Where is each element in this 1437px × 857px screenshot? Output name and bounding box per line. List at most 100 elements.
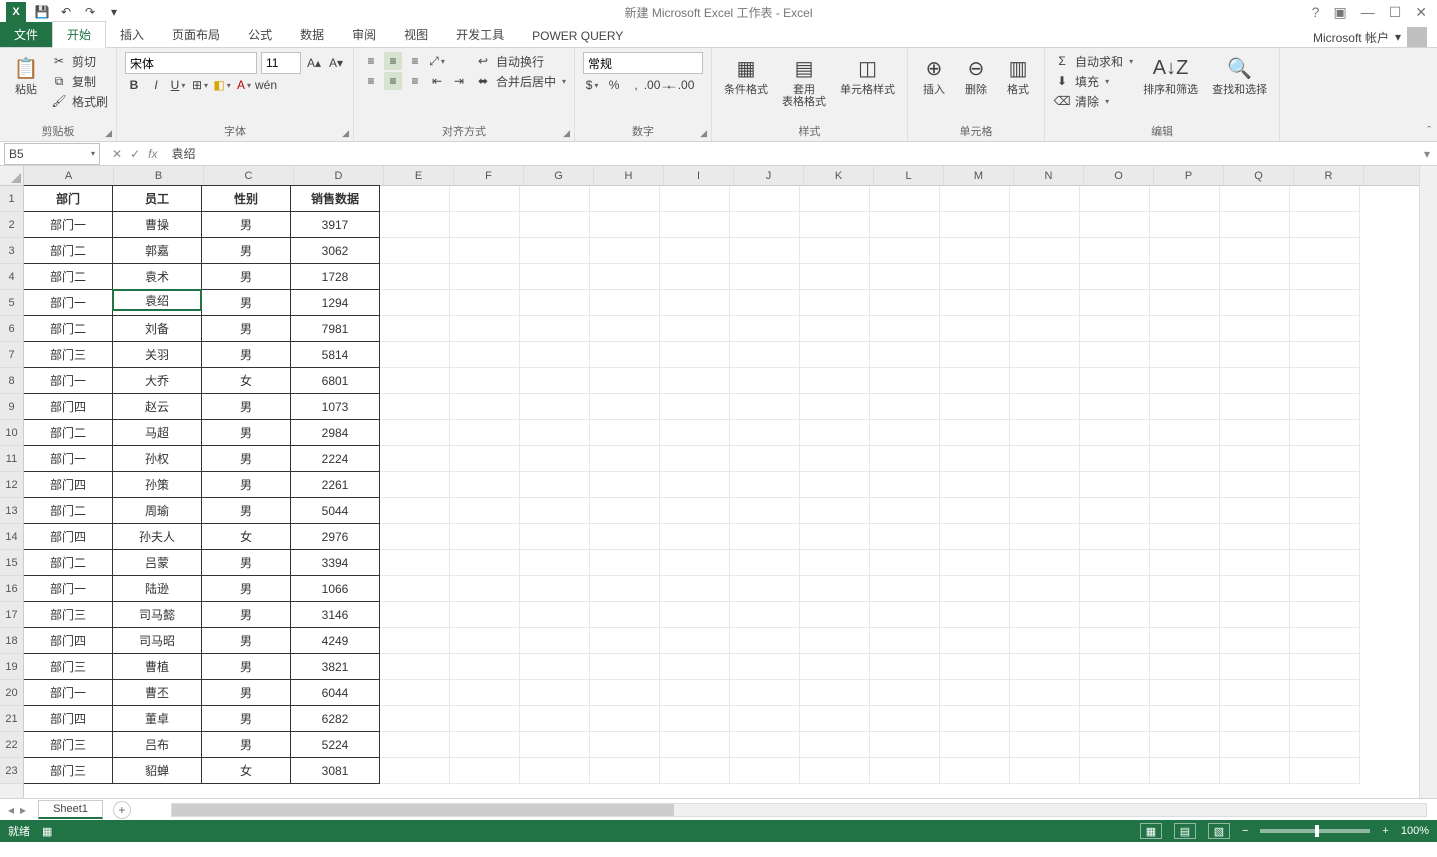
cell[interactable] — [800, 394, 870, 420]
cell[interactable] — [590, 394, 660, 420]
cell[interactable]: 1066 — [290, 575, 380, 602]
cell[interactable] — [940, 264, 1010, 290]
cell[interactable]: 部门三 — [24, 341, 113, 368]
cell[interactable] — [1150, 706, 1220, 732]
cell[interactable] — [450, 316, 520, 342]
view-normal-icon[interactable]: ▦ — [1140, 823, 1162, 839]
cell[interactable] — [660, 680, 730, 706]
column-header-F[interactable]: F — [454, 166, 524, 185]
cell[interactable] — [450, 394, 520, 420]
cell[interactable] — [1290, 342, 1360, 368]
help-icon[interactable]: ? — [1312, 4, 1320, 21]
cell[interactable] — [590, 368, 660, 394]
dialog-launcher-icon[interactable]: ◢ — [700, 128, 707, 139]
row-header-19[interactable]: 19 — [0, 654, 23, 680]
cell[interactable]: 男 — [201, 627, 291, 654]
cell[interactable] — [1010, 446, 1080, 472]
cell[interactable] — [730, 472, 800, 498]
cell[interactable] — [800, 316, 870, 342]
cell[interactable] — [730, 654, 800, 680]
cell[interactable]: 2984 — [290, 419, 380, 446]
format-as-table-button[interactable]: ▤套用 表格格式 — [778, 52, 830, 110]
cell[interactable]: 男 — [201, 731, 291, 758]
cell[interactable]: 3081 — [290, 757, 380, 784]
cell[interactable] — [1290, 680, 1360, 706]
row-header-13[interactable]: 13 — [0, 498, 23, 524]
cell[interactable] — [380, 472, 450, 498]
cell[interactable] — [660, 550, 730, 576]
cell[interactable] — [1150, 472, 1220, 498]
cell[interactable]: 男 — [201, 497, 291, 524]
cell[interactable] — [1010, 212, 1080, 238]
sheet-nav-prev-icon[interactable]: ◂ — [8, 803, 14, 817]
cell[interactable] — [940, 446, 1010, 472]
cell[interactable] — [1290, 264, 1360, 290]
cell[interactable]: 6044 — [290, 679, 380, 706]
cell[interactable] — [380, 654, 450, 680]
cell[interactable] — [380, 368, 450, 394]
cell[interactable]: 3821 — [290, 653, 380, 680]
cell[interactable] — [940, 628, 1010, 654]
cell[interactable] — [520, 550, 590, 576]
cell[interactable] — [450, 706, 520, 732]
cell[interactable] — [660, 576, 730, 602]
cell[interactable]: 部门一 — [24, 211, 113, 238]
cell[interactable] — [660, 342, 730, 368]
delete-cells-button[interactable]: ⊖删除 — [958, 52, 994, 98]
cell[interactable] — [660, 446, 730, 472]
cell[interactable]: 部门三 — [24, 653, 113, 680]
cell[interactable] — [380, 290, 450, 316]
cell[interactable] — [730, 602, 800, 628]
cell[interactable] — [1010, 576, 1080, 602]
cell[interactable] — [1290, 524, 1360, 550]
cell[interactable] — [1220, 654, 1290, 680]
cell[interactable]: 男 — [201, 315, 291, 342]
cell[interactable] — [1220, 316, 1290, 342]
cell[interactable] — [1290, 290, 1360, 316]
cell[interactable]: 赵云 — [112, 393, 202, 420]
cell[interactable] — [380, 394, 450, 420]
column-header-P[interactable]: P — [1154, 166, 1224, 185]
tab-formulas[interactable]: 公式 — [234, 22, 286, 47]
cell[interactable] — [870, 342, 940, 368]
cell[interactable] — [380, 446, 450, 472]
cell[interactable] — [660, 368, 730, 394]
row-header-21[interactable]: 21 — [0, 706, 23, 732]
cell[interactable]: 孙权 — [112, 445, 202, 472]
cell[interactable] — [730, 394, 800, 420]
cell[interactable] — [380, 628, 450, 654]
cell[interactable] — [1220, 394, 1290, 420]
cell[interactable]: 袁绍 — [112, 289, 202, 311]
cell[interactable] — [590, 654, 660, 680]
cell[interactable] — [1010, 420, 1080, 446]
cell[interactable]: 曹丕 — [112, 679, 202, 706]
row-header-5[interactable]: 5 — [0, 290, 23, 316]
row-header-15[interactable]: 15 — [0, 550, 23, 576]
zoom-out-icon[interactable]: − — [1242, 825, 1248, 837]
cell[interactable] — [1080, 524, 1150, 550]
cell[interactable]: 销售数据 — [290, 185, 380, 212]
cell[interactable] — [1290, 706, 1360, 732]
cell[interactable]: 男 — [201, 211, 291, 238]
cell[interactable] — [940, 550, 1010, 576]
cell[interactable] — [730, 758, 800, 784]
cell[interactable] — [800, 186, 870, 212]
cell[interactable] — [660, 602, 730, 628]
cell[interactable] — [450, 446, 520, 472]
cell[interactable]: 男 — [201, 419, 291, 446]
macro-record-icon[interactable]: ▦ — [42, 825, 52, 838]
cell[interactable] — [1220, 186, 1290, 212]
cell[interactable] — [1220, 524, 1290, 550]
cell[interactable] — [940, 680, 1010, 706]
cell[interactable]: 5814 — [290, 341, 380, 368]
row-header-14[interactable]: 14 — [0, 524, 23, 550]
cell[interactable] — [1220, 758, 1290, 784]
cell[interactable] — [380, 264, 450, 290]
row-header-4[interactable]: 4 — [0, 264, 23, 290]
select-all-triangle[interactable] — [0, 166, 23, 186]
cell[interactable] — [590, 420, 660, 446]
cell[interactable] — [1150, 732, 1220, 758]
cell[interactable] — [380, 680, 450, 706]
cell[interactable] — [380, 706, 450, 732]
cell[interactable] — [1290, 628, 1360, 654]
